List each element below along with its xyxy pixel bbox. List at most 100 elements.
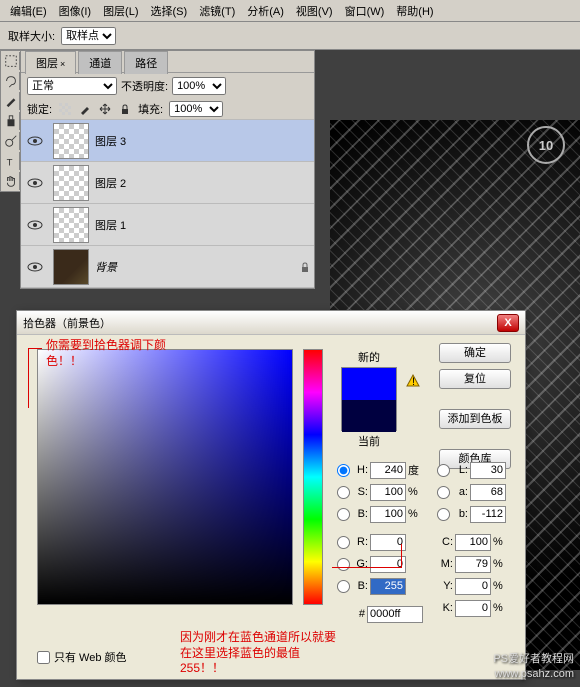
- web-only-checkbox[interactable]: 只有 Web 颜色: [37, 649, 127, 665]
- web-only-label: 只有 Web 颜色: [54, 649, 127, 665]
- layer-thumbnail[interactable]: [53, 249, 89, 285]
- blab-radio[interactable]: [437, 508, 450, 521]
- annotation-line-1: [28, 348, 42, 408]
- bhsb-input[interactable]: [370, 506, 406, 523]
- bhsb-unit: %: [408, 508, 422, 520]
- ok-button[interactable]: 确定: [439, 343, 511, 363]
- menu-filter[interactable]: 滤镜(T): [193, 1, 241, 21]
- add-swatch-button[interactable]: 添加到色板: [439, 409, 511, 429]
- tool-lasso[interactable]: [1, 71, 21, 91]
- new-color-swatch[interactable]: [342, 368, 396, 400]
- y-input[interactable]: [455, 578, 491, 595]
- layer-row[interactable]: 图层 1: [21, 204, 314, 246]
- visibility-toggle[interactable]: [23, 135, 47, 147]
- y-label: Y:: [437, 580, 453, 592]
- hue-slider[interactable]: [303, 349, 323, 605]
- brgb-radio[interactable]: [337, 580, 350, 593]
- menu-edit[interactable]: 编辑(E): [4, 1, 53, 21]
- layer-thumbnail[interactable]: [53, 165, 89, 201]
- layer-name-label[interactable]: 背景: [95, 259, 298, 275]
- visibility-toggle[interactable]: [23, 177, 47, 189]
- tool-brush[interactable]: [1, 91, 21, 111]
- dialog-title: 拾色器（前景色）: [23, 315, 111, 331]
- layer-row[interactable]: 背景: [21, 246, 314, 288]
- m-label: M:: [437, 558, 453, 570]
- m-input[interactable]: [455, 556, 491, 573]
- fill-input[interactable]: 100%: [169, 101, 223, 117]
- tool-text[interactable]: T: [1, 151, 21, 171]
- h-input[interactable]: [370, 462, 406, 479]
- tab-layers[interactable]: 图层×: [25, 51, 76, 74]
- menu-image[interactable]: 图像(I): [53, 1, 97, 21]
- h-radio[interactable]: [337, 464, 350, 477]
- annotation-2: 因为刚才在蓝色通道所以就要在这里选择蓝色的最值255！！: [178, 628, 338, 679]
- menu-view[interactable]: 视图(V): [290, 1, 339, 21]
- layer-opts-row1: 正常 不透明度: 100%: [21, 73, 314, 99]
- s-input[interactable]: [370, 484, 406, 501]
- menu-help[interactable]: 帮助(H): [390, 1, 439, 21]
- tool-marquee[interactable]: [1, 51, 21, 71]
- dialog-titlebar[interactable]: 拾色器（前景色） X: [17, 311, 525, 335]
- tab-paths[interactable]: 路径: [124, 51, 168, 74]
- bhsb-label: B:: [352, 508, 368, 520]
- tool-dodge[interactable]: [1, 131, 21, 151]
- web-only-check[interactable]: [37, 651, 50, 664]
- layer-thumbnail[interactable]: [53, 207, 89, 243]
- tab-channels[interactable]: 通道: [78, 51, 122, 74]
- watermark-line2: www.psahz.com: [493, 667, 574, 681]
- svg-text:T: T: [7, 157, 13, 168]
- a-input[interactable]: [470, 484, 506, 501]
- eye-icon: [27, 219, 43, 231]
- tool-clone[interactable]: [1, 111, 21, 131]
- brgb-input[interactable]: [370, 578, 406, 595]
- k-input[interactable]: [455, 600, 491, 617]
- lock-move-icon[interactable]: [98, 102, 112, 116]
- a-radio[interactable]: [437, 486, 450, 499]
- visibility-toggle[interactable]: [23, 219, 47, 231]
- cancel-button[interactable]: 复位: [439, 369, 511, 389]
- close-button[interactable]: X: [497, 314, 519, 332]
- s-radio[interactable]: [337, 486, 350, 499]
- layer-row[interactable]: 图层 3: [21, 120, 314, 162]
- h-label: H:: [352, 464, 368, 476]
- panel-tabs: 图层× 通道 路径: [21, 51, 314, 73]
- visibility-toggle[interactable]: [23, 261, 47, 273]
- menu-analyze[interactable]: 分析(A): [241, 1, 290, 21]
- lock-all-icon[interactable]: [118, 102, 132, 116]
- menu-select[interactable]: 选择(S): [145, 1, 194, 21]
- menu-bar: 编辑(E) 图像(I) 图层(L) 选择(S) 滤镜(T) 分析(A) 视图(V…: [0, 0, 580, 22]
- blend-mode-select[interactable]: 正常: [27, 77, 117, 95]
- opacity-input[interactable]: 100%: [172, 77, 226, 95]
- bhsb-radio[interactable]: [337, 508, 350, 521]
- layer-name-label[interactable]: 图层 3: [95, 133, 312, 149]
- c-input[interactable]: [455, 534, 491, 551]
- l-label: L:: [452, 464, 468, 476]
- toolbox: T: [0, 50, 20, 192]
- current-color-swatch[interactable]: [342, 400, 396, 432]
- lock-pixels-icon[interactable]: [78, 102, 92, 116]
- l-radio[interactable]: [437, 464, 450, 477]
- annotation-line-2: [332, 544, 402, 568]
- color-field[interactable]: [37, 349, 293, 605]
- lock-transparency-icon[interactable]: [58, 102, 72, 116]
- tab-close-icon[interactable]: ×: [60, 59, 65, 69]
- opacity-label: 不透明度:: [121, 78, 168, 94]
- layer-name-label[interactable]: 图层 1: [95, 217, 312, 233]
- menu-layer[interactable]: 图层(L): [97, 1, 144, 21]
- layer-thumbnail[interactable]: [53, 123, 89, 159]
- hex-input[interactable]: [367, 606, 423, 623]
- layers-list: 图层 3 图层 2 图层 1 背景: [21, 120, 314, 288]
- sample-size-select[interactable]: 取样点: [61, 27, 116, 45]
- eye-icon: [27, 177, 43, 189]
- gamut-warning-icon[interactable]: !: [405, 373, 421, 389]
- blab-input[interactable]: [470, 506, 506, 523]
- l-input[interactable]: [470, 462, 506, 479]
- layer-row[interactable]: 图层 2: [21, 162, 314, 204]
- brgb-label: B:: [352, 580, 368, 592]
- menu-window[interactable]: 窗口(W): [339, 1, 391, 21]
- layer-name-label[interactable]: 图层 2: [95, 175, 312, 191]
- tool-hand[interactable]: [1, 171, 21, 191]
- s-label: S:: [352, 486, 368, 498]
- eye-icon: [27, 261, 43, 273]
- layers-panel: 图层× 通道 路径 正常 不透明度: 100% 锁定: 填充: 100% 图层 …: [20, 50, 315, 289]
